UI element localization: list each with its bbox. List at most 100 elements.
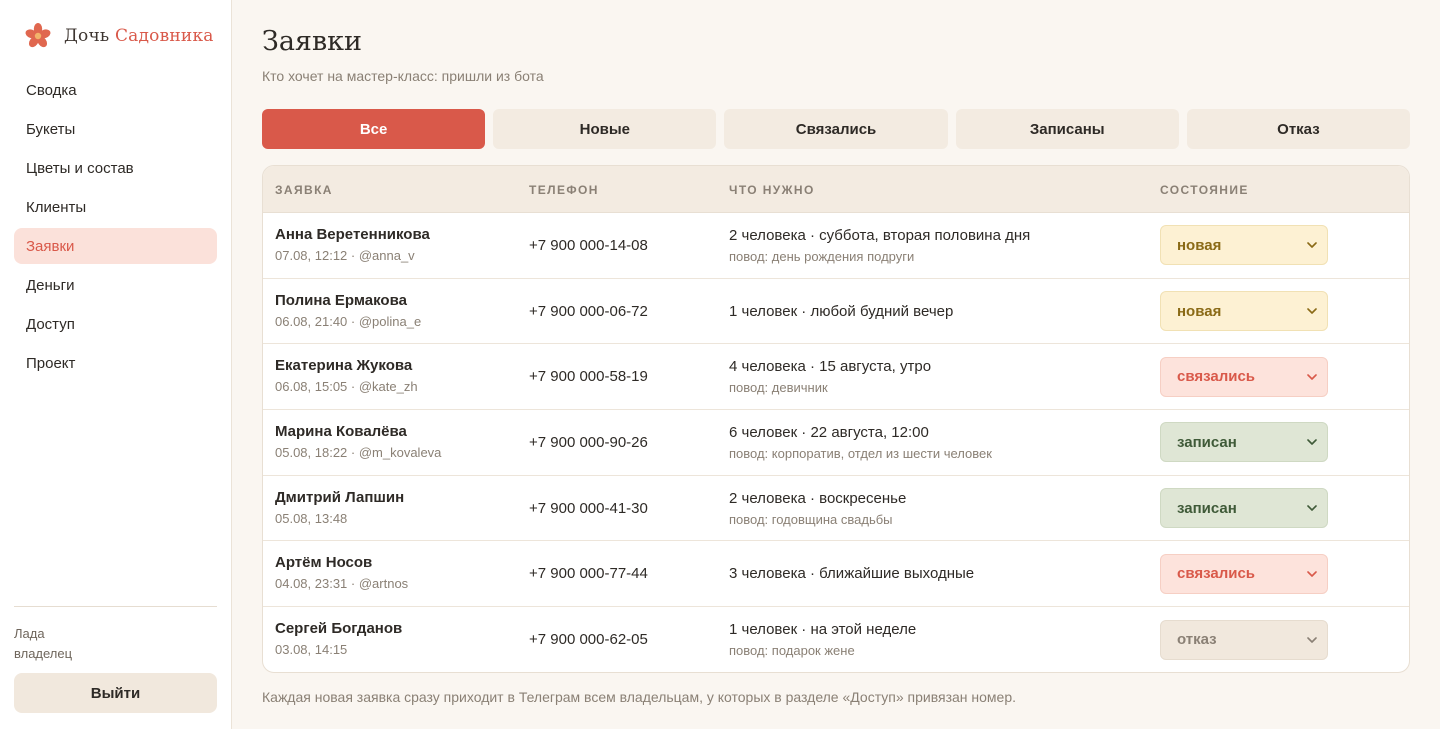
status-value: отказ [1177, 631, 1217, 649]
request-cell: Артём Носов 04.08, 23:31 · @artnos [275, 554, 408, 591]
need-cell: 3 человека · ближайшие выходные [729, 541, 974, 606]
tab-contacted[interactable]: Связались [724, 109, 948, 149]
sidebar: Дочь Садовника Сводка Букеты Цветы и сос… [0, 0, 232, 729]
tab-all[interactable]: Все [262, 109, 486, 149]
sidebar-item-flowers[interactable]: Цветы и состав [14, 150, 217, 186]
phone-number[interactable]: +7 900 000-90-26 [529, 410, 648, 475]
page-title: Заявки [262, 26, 363, 57]
need-reason: повод: девичник [729, 380, 828, 396]
brand-name: Дочь Садовника [64, 26, 214, 46]
need-text: 4 человека · 15 августа, утро [729, 358, 932, 376]
chevron-down-icon [1307, 567, 1317, 581]
chevron-down-icon [1307, 370, 1317, 384]
sidebar-item-requests[interactable]: Заявки [14, 228, 217, 264]
request-meta: 06.08, 21:40 · @polina_e [275, 313, 422, 329]
status-select[interactable]: отказ [1160, 619, 1328, 660]
status-select[interactable]: связались [1160, 553, 1328, 594]
table-header: Заявка Телефон Что нужно Состояние [263, 166, 1409, 213]
state-cell: записан [1160, 476, 1328, 541]
state-cell: связались [1160, 541, 1328, 606]
table-row: Дмитрий Лапшин 05.08, 13:48 +7 900 000-41-… [263, 476, 1409, 542]
column-header-phone: Телефон [529, 182, 599, 197]
logout-button[interactable]: Выйти [14, 673, 217, 713]
status-value: новая [1177, 302, 1222, 320]
state-cell: новая [1160, 213, 1328, 278]
tab-signed[interactable]: Записаны [955, 109, 1179, 149]
status-select[interactable]: новая [1160, 291, 1328, 332]
need-cell: 1 человек · любой будний вечер [729, 279, 953, 344]
chevron-down-icon [1307, 435, 1317, 449]
sidebar-item-money[interactable]: Деньги [14, 267, 217, 303]
status-select[interactable]: связались [1160, 356, 1328, 397]
footer-note: Каждая новая заявка сразу приходит в Тел… [262, 689, 1016, 705]
state-cell: записан [1160, 410, 1328, 475]
request-cell: Анна Веретенникова 07.08, 12:12 · @anna_v [275, 226, 430, 263]
status-value: связались [1177, 565, 1256, 583]
chevron-down-icon [1307, 304, 1317, 318]
table-row: Марина Ковалёва 05.08, 18:22 · @m_kovalev… [263, 410, 1409, 476]
client-name: Артём Носов [275, 554, 373, 572]
phone-number[interactable]: +7 900 000-14-08 [529, 213, 648, 278]
need-text: 3 человека · ближайшие выходные [729, 565, 975, 583]
chevron-down-icon [1307, 633, 1317, 647]
state-cell: отказ [1160, 607, 1328, 672]
status-select[interactable]: записан [1160, 422, 1328, 463]
table-row: Артём Носов 04.08, 23:31 · @artnos +7 900 … [263, 541, 1409, 608]
tab-refused[interactable]: Отказ [1186, 109, 1411, 149]
phone-number[interactable]: +7 900 000-41-30 [529, 476, 648, 541]
tab-new[interactable]: Новые [493, 109, 717, 149]
flower-icon [25, 23, 51, 48]
state-cell: связались [1160, 344, 1328, 409]
status-value: новая [1177, 236, 1222, 254]
client-name: Анна Веретенникова [275, 226, 430, 243]
client-name: Сергей Богданов [275, 620, 403, 638]
need-text: 6 человек · 22 августа, 12:00 [729, 423, 929, 441]
table-row: Анна Веретенникова 07.08, 12:12 · @anna_v… [263, 213, 1409, 279]
column-header-state: Состояние [1160, 182, 1249, 197]
chevron-down-icon [1307, 238, 1317, 252]
column-header-need: Что нужно [729, 182, 815, 197]
need-text: 1 человек · любой будний вечер [729, 302, 954, 320]
client-name: Екатерина Жукова [275, 357, 413, 375]
request-cell: Дмитрий Лапшин 05.08, 13:48 [275, 489, 404, 526]
status-value: связались [1177, 368, 1256, 386]
status-select[interactable]: записан [1160, 488, 1328, 529]
requests-table: Заявка Телефон Что нужно Состояние Анна … [262, 165, 1410, 673]
need-cell: 2 человека · суббота, вторая половина дн… [729, 213, 1030, 278]
status-select[interactable]: новая [1160, 225, 1328, 266]
need-reason: повод: годовщина свадьбы [729, 511, 893, 527]
status-value: записан [1177, 433, 1237, 451]
sidebar-item-access[interactable]: Доступ [14, 306, 217, 342]
need-cell: 6 человек · 22 августа, 12:00 повод: корп… [729, 410, 992, 475]
request-meta: 03.08, 14:15 [275, 642, 348, 658]
brand-logo[interactable]: Дочь Садовника [24, 20, 214, 52]
sidebar-item-clients[interactable]: Клиенты [14, 189, 217, 225]
sidebar-item-project[interactable]: Проект [14, 345, 217, 381]
request-meta: 05.08, 13:48 [275, 510, 348, 526]
table-row: Полина Ермакова 06.08, 21:40 · @polina_e +… [263, 279, 1409, 345]
need-reason: повод: день рождения подруги [729, 248, 915, 264]
user-role: владелец [14, 646, 73, 661]
need-cell: 2 человека · воскресенье повод: годовщина… [729, 476, 906, 541]
request-meta: 04.08, 23:31 · @artnos [275, 576, 409, 592]
request-cell: Екатерина Жукова 06.08, 15:05 · @kate_zh [275, 357, 418, 394]
column-header-request: Заявка [275, 182, 333, 197]
sidebar-nav: Сводка Букеты Цветы и состав Клиенты Зая… [14, 72, 217, 384]
chevron-down-icon [1307, 501, 1317, 515]
request-cell: Сергей Богданов 03.08, 14:15 [275, 620, 402, 657]
need-text: 2 человека · воскресенье [729, 489, 907, 507]
phone-number[interactable]: +7 900 000-58-19 [529, 344, 648, 409]
phone-number[interactable]: +7 900 000-06-72 [529, 279, 648, 344]
phone-number[interactable]: +7 900 000-62-05 [529, 607, 648, 672]
table-row: Сергей Богданов 03.08, 14:15 +7 900 000-62… [263, 607, 1409, 672]
table-body: Анна Веретенникова 07.08, 12:12 · @anna_v… [263, 213, 1409, 672]
sidebar-item-bouquets[interactable]: Букеты [14, 111, 217, 147]
filter-tabs: Все Новые Связались Записаны Отказ [262, 109, 1411, 149]
page-subtitle: Кто хочет на мастер-класс: пришли из бот… [262, 68, 544, 84]
sidebar-item-summary[interactable]: Сводка [14, 72, 217, 108]
need-reason: повод: подарок жене [729, 643, 855, 659]
need-cell: 4 человека · 15 августа, утро повод: деви… [729, 344, 931, 409]
request-cell: Полина Ермакова 06.08, 21:40 · @polina_e [275, 292, 421, 329]
phone-number[interactable]: +7 900 000-77-44 [529, 541, 648, 606]
status-value: записан [1177, 499, 1237, 517]
